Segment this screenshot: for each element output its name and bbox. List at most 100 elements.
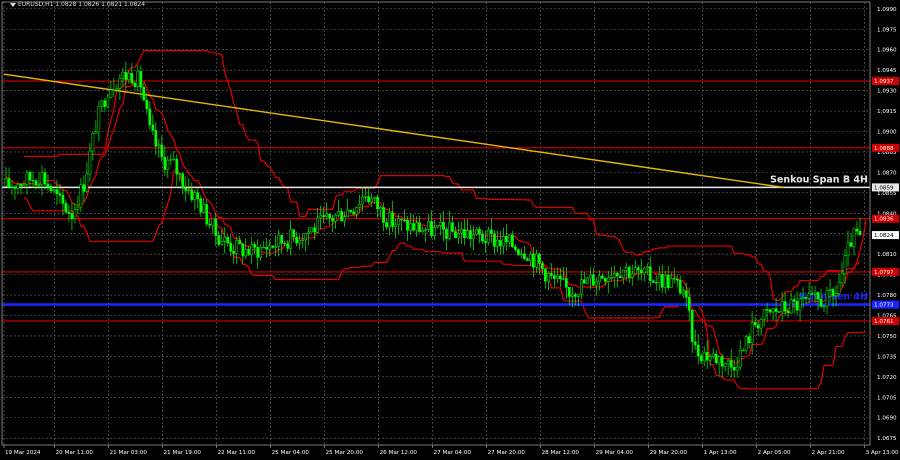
candle-body <box>316 217 319 233</box>
candle-body <box>588 274 592 279</box>
candle-body <box>322 215 325 218</box>
candle-body <box>541 263 544 270</box>
candle-body <box>304 233 307 241</box>
candle-body <box>421 230 424 233</box>
candle-body <box>418 222 421 233</box>
candle-body <box>633 267 637 275</box>
price-chart[interactable]: 1.0990 1.0975 1.0960 1.0945 1.0930 1.0915 1.09… <box>0 0 900 460</box>
candle-body <box>822 305 826 308</box>
candle-body <box>535 253 538 268</box>
price-tick-label: 1.0735 <box>877 354 897 360</box>
candle-body <box>675 278 679 281</box>
candle-body <box>349 209 352 213</box>
candle-body <box>774 308 778 312</box>
candle-body <box>726 360 730 365</box>
candle-body <box>852 228 856 247</box>
candle-body <box>283 242 287 245</box>
candle-body <box>642 267 646 274</box>
candle-body <box>388 212 391 228</box>
time-tick-label: 1 Apr 13:00 <box>704 450 737 456</box>
candle-body <box>331 217 334 222</box>
time-tick-label: 28 Mar 12:00 <box>542 450 580 456</box>
candle-body <box>427 221 430 230</box>
candle-body <box>91 132 95 152</box>
candle-body <box>828 289 832 291</box>
candle-body <box>693 341 697 346</box>
candle-body <box>771 308 775 313</box>
time-tick-label: 19 Mar 2024 <box>5 450 41 456</box>
candle-body <box>684 290 688 298</box>
price-tick-label: 1.0690 <box>877 416 897 422</box>
candle-body <box>373 196 376 199</box>
candle-body <box>277 234 281 247</box>
candle-body <box>298 240 302 244</box>
price-tick-label: 1.0750 <box>877 334 897 340</box>
time-tick-label: 27 Mar 04:00 <box>434 450 472 456</box>
candle-body <box>124 72 128 80</box>
candle-body <box>361 196 364 205</box>
candle-body <box>178 173 182 175</box>
candle-body <box>310 227 313 233</box>
candle-body <box>433 226 436 237</box>
candle-body <box>594 281 598 286</box>
candle-body <box>319 215 322 219</box>
candle-body <box>723 363 727 367</box>
candle-body <box>46 183 50 187</box>
candle-body <box>76 206 80 210</box>
candle-body <box>217 235 221 245</box>
candle-body <box>603 278 607 282</box>
candle-body <box>136 71 140 87</box>
time-tick-label: 27 Mar 20:00 <box>488 450 526 456</box>
candle-body <box>523 253 526 259</box>
candle-body <box>621 270 625 278</box>
kijun-sen-4h-tag-text: 1.0773 <box>874 303 894 309</box>
candle-body <box>430 221 433 237</box>
candle-body <box>94 131 98 134</box>
candle-body <box>846 242 850 256</box>
candle-body <box>753 322 757 326</box>
price-tick-label: 1.0930 <box>877 89 897 95</box>
candle-body <box>355 207 358 215</box>
candle-body <box>762 309 766 320</box>
price-tick-label: 1.0855 <box>877 191 897 197</box>
candle-body <box>271 245 275 248</box>
candle-body <box>394 224 397 227</box>
candle-body <box>816 292 820 300</box>
candle-body <box>579 279 583 295</box>
candle-body <box>493 233 496 247</box>
candle-body <box>702 352 706 362</box>
candle-body <box>25 172 29 185</box>
candle-body <box>517 249 520 255</box>
candle-body <box>34 180 38 186</box>
candle-body <box>538 253 541 264</box>
candle-body <box>591 274 595 286</box>
candle-body <box>73 209 77 219</box>
candle-body <box>547 273 550 282</box>
candle-body <box>22 184 26 186</box>
candle-body <box>343 216 346 222</box>
candle-body <box>70 213 74 219</box>
candle-body <box>600 275 604 279</box>
candle-body <box>253 244 257 248</box>
candle-body <box>487 229 490 243</box>
candle-body <box>645 266 649 269</box>
chart-window[interactable]: 1.0990 1.0975 1.0960 1.0945 1.0930 1.0915 1.09… <box>0 0 900 460</box>
candle-body <box>133 83 137 87</box>
candle-body <box>367 196 370 203</box>
candle-body <box>295 236 299 244</box>
candle-body <box>732 367 736 371</box>
candle-body <box>606 277 610 282</box>
candle-body <box>43 172 47 185</box>
candle-body <box>678 280 682 294</box>
candle-body <box>573 294 577 297</box>
candle-body <box>720 356 724 367</box>
price-tick-label: 1.0945 <box>877 68 897 74</box>
senkou-span-b-4h-label: Senkou Span B 4H <box>770 174 868 185</box>
candle-body <box>307 231 310 234</box>
candle-body <box>765 309 769 311</box>
candle-body <box>250 244 254 255</box>
candle-body <box>376 196 379 210</box>
time-tick-label: 25 Mar 04:00 <box>272 450 310 456</box>
candle-body <box>220 241 224 245</box>
candle-body <box>88 150 92 175</box>
